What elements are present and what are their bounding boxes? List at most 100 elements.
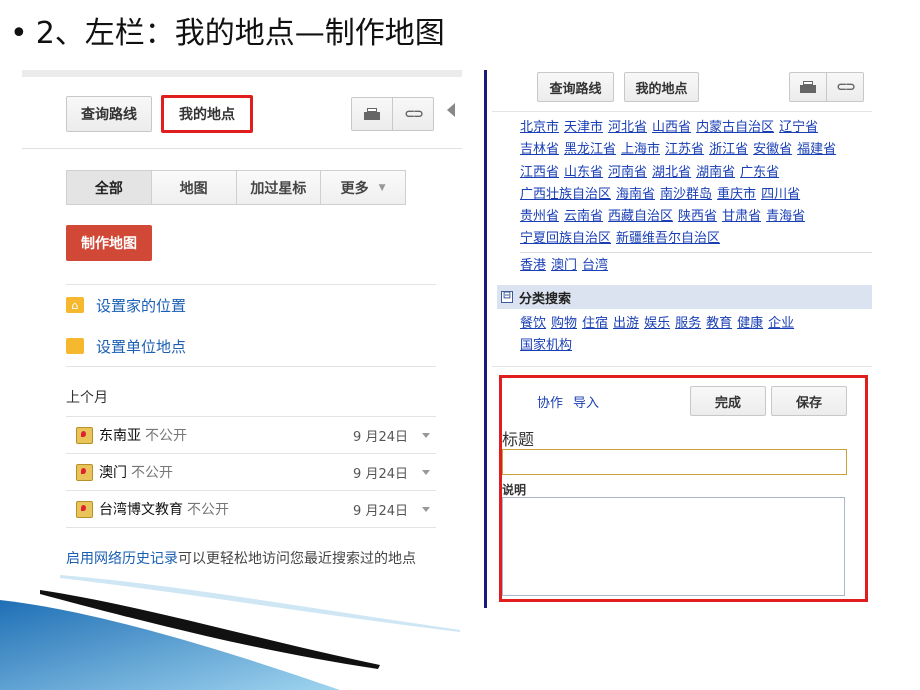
category-search-header[interactable]: ⊟ 分类搜索 [497, 285, 872, 309]
province-link[interactable]: 浙江省 [709, 142, 748, 157]
divider [66, 527, 436, 528]
category-link[interactable]: 教育 [706, 316, 732, 331]
title-input[interactable] [502, 449, 847, 475]
category-link[interactable]: 服务 [675, 316, 701, 331]
slide-title: • 2、左栏：我的地点—制作地图 [10, 8, 445, 52]
link-row: 餐饮 购物 住宿 出游 娱乐 服务 教育 健康 企业 [520, 313, 850, 335]
my-places-button[interactable]: 我的地点 [624, 72, 699, 102]
link-button[interactable]: ⊂⊃ [826, 72, 864, 102]
province-link[interactable]: 重庆市 [717, 187, 756, 202]
province-link[interactable]: 南沙群岛 [660, 187, 712, 202]
chevron-down-icon[interactable] [422, 469, 430, 475]
tab-maps[interactable]: 地图 [150, 170, 237, 205]
province-link[interactable]: 湖北省 [652, 165, 691, 180]
category-link[interactable]: 出游 [613, 316, 639, 331]
province-link[interactable]: 云南省 [564, 209, 603, 224]
enable-history-link[interactable]: 启用网络历史记录 [66, 551, 178, 567]
category-link[interactable]: 企业 [768, 316, 794, 331]
privacy-label: 不公开 [131, 465, 173, 481]
province-link[interactable]: 宁夏回族自治区 [520, 231, 611, 246]
region-link[interactable]: 澳门 [551, 258, 577, 273]
link-row: 吉林省 黑龙江省 上海市 江苏省 浙江省 安徽省 福建省 [520, 139, 872, 161]
section-heading: 上个月 [66, 390, 108, 406]
province-link[interactable]: 内蒙古自治区 [696, 120, 774, 135]
divider [492, 366, 872, 367]
province-link[interactable]: 陕西省 [678, 209, 717, 224]
province-link[interactable]: 广东省 [740, 165, 779, 180]
link-button[interactable]: ⊂⊃ [392, 97, 434, 131]
province-link[interactable]: 山东省 [564, 165, 603, 180]
route-button[interactable]: 查询路线 [66, 96, 152, 132]
province-link[interactable]: 黑龙江省 [564, 142, 616, 157]
province-link[interactable]: 天津市 [564, 120, 603, 135]
tab-all[interactable]: 全部 [66, 170, 152, 205]
map-pin-icon [76, 500, 93, 518]
bullet: • [10, 16, 28, 51]
description-input[interactable] [502, 497, 845, 596]
panel-divider [484, 70, 487, 608]
set-home-link[interactable]: ⌂ 设置家的位置 [66, 294, 186, 316]
history-notice: 启用网络历史记录可以更轻松地访问您最近搜索过的地点 [66, 548, 436, 572]
link-row: 江西省 山东省 河南省 湖北省 湖南省 广东省 [520, 162, 872, 184]
work-icon [66, 338, 84, 354]
province-link[interactable]: 广西壮族自治区 [520, 187, 611, 202]
province-link[interactable]: 山西省 [652, 120, 691, 135]
link-icon: ⊂⊃ [404, 106, 424, 122]
divider [66, 284, 436, 285]
done-button[interactable]: 完成 [690, 386, 766, 416]
category-link[interactable]: 住宿 [582, 316, 608, 331]
my-places-button[interactable]: 我的地点 [161, 95, 253, 133]
region-link[interactable]: 香港 [520, 258, 546, 273]
print-button[interactable] [351, 97, 393, 131]
province-link[interactable]: 贵州省 [520, 209, 559, 224]
tab-more[interactable]: 更多 ▼ [320, 170, 406, 205]
province-link[interactable]: 西藏自治区 [608, 209, 673, 224]
province-link[interactable]: 北京市 [520, 120, 559, 135]
save-button[interactable]: 保存 [771, 386, 847, 416]
map-date: 9 月24日 [353, 466, 408, 482]
map-name[interactable]: 东南亚 [99, 425, 141, 445]
region-link[interactable]: 台湾 [582, 258, 608, 273]
collaborate-link[interactable]: 协作 [537, 392, 563, 411]
province-link[interactable]: 福建省 [797, 142, 836, 157]
privacy-label: 不公开 [145, 428, 187, 444]
import-link[interactable]: 导入 [573, 392, 599, 411]
map-date: 9 月24日 [353, 429, 408, 445]
province-link[interactable]: 安徽省 [753, 142, 792, 157]
category-link[interactable]: 健康 [737, 316, 763, 331]
print-button[interactable] [789, 72, 827, 102]
set-work-link[interactable]: 设置单位地点 [66, 335, 186, 357]
province-link[interactable]: 上海市 [621, 142, 660, 157]
collapse-toggle-icon[interactable]: ⊟ [501, 291, 513, 303]
province-link[interactable]: 湖南省 [696, 165, 735, 180]
category-link[interactable]: 餐饮 [520, 316, 546, 331]
collapse-arrow-icon[interactable] [447, 103, 455, 117]
map-list-item[interactable]: 东南亚 不公开 9 月24日 [66, 416, 436, 453]
tab-starred[interactable]: 加过星标 [235, 170, 322, 205]
divider [492, 111, 872, 112]
province-link[interactable]: 河北省 [608, 120, 647, 135]
map-name[interactable]: 台湾博文教育 [99, 499, 183, 519]
category-link[interactable]: 国家机构 [520, 338, 572, 353]
province-link[interactable]: 甘肃省 [722, 209, 761, 224]
map-name[interactable]: 澳门 [99, 462, 127, 482]
category-link[interactable]: 购物 [551, 316, 577, 331]
route-button[interactable]: 查询路线 [537, 72, 614, 102]
province-link[interactable]: 河南省 [608, 165, 647, 180]
province-link[interactable]: 江苏省 [665, 142, 704, 157]
map-list-item[interactable]: 台湾博文教育 不公开 9 月24日 [66, 490, 436, 527]
province-link[interactable]: 青海省 [766, 209, 805, 224]
chevron-down-icon[interactable] [422, 432, 430, 438]
chevron-down-icon[interactable] [422, 506, 430, 512]
category-link[interactable]: 娱乐 [644, 316, 670, 331]
province-list: 北京市 天津市 河北省 山西省 内蒙古自治区 辽宁省吉林省 黑龙江省 上海市 江苏省 浙江省 安徽省… [520, 117, 872, 251]
create-map-button[interactable]: 制作地图 [66, 225, 152, 261]
province-link[interactable]: 江西省 [520, 165, 559, 180]
province-link[interactable]: 四川省 [761, 187, 800, 202]
province-link[interactable]: 吉林省 [520, 142, 559, 157]
province-link[interactable]: 辽宁省 [779, 120, 818, 135]
map-list-item[interactable]: 澳门 不公开 9 月24日 [66, 453, 436, 490]
link-row: 贵州省 云南省 西藏自治区 陕西省 甘肃省 青海省 [520, 206, 872, 228]
province-link[interactable]: 新疆维吾尔自治区 [616, 231, 720, 246]
province-link[interactable]: 海南省 [616, 187, 655, 202]
